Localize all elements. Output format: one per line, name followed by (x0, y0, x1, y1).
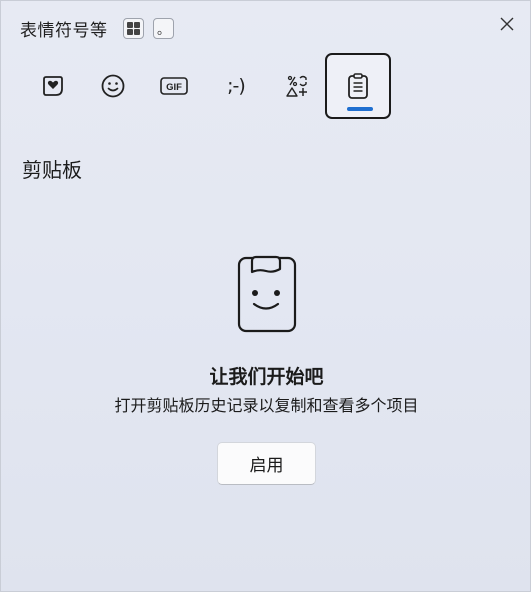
active-tab-indicator (347, 107, 373, 111)
period-key-label: 。 (156, 22, 170, 38)
enable-clipboard-history-button[interactable]: 启用 (217, 442, 316, 485)
windows-key-badge (123, 18, 144, 39)
smiley-icon (101, 74, 125, 98)
tab-symbols[interactable] (264, 53, 330, 119)
tab-gif[interactable]: GIF (141, 53, 207, 119)
close-button[interactable] (494, 11, 520, 37)
gif-icon: GIF (160, 77, 188, 95)
empty-state-heading: 让我们开始吧 (209, 366, 324, 388)
tab-kaomoji[interactable]: ;-) (203, 53, 269, 119)
section-title: 剪贴板 (22, 158, 82, 182)
close-icon (500, 17, 514, 31)
heart-sticker-icon (43, 76, 63, 96)
empty-state-description: 打开剪贴板历史记录以复制和查看多个项目 (114, 396, 419, 415)
tab-emoji[interactable] (20, 53, 86, 119)
clipboard-icon (348, 73, 368, 99)
gif-label: GIF (166, 82, 182, 93)
kaomoji-icon: ;-) (227, 75, 246, 97)
tab-clipboard[interactable] (325, 53, 391, 119)
tab-smiley[interactable] (80, 53, 146, 119)
symbols-icon (286, 75, 307, 97)
clipboard-smiley-illustration (237, 255, 297, 333)
emoji-panel: 表情符号等 。 GIF ;-) 剪贴板 让我们开始吧 打开剪贴板历史记录以复制和… (0, 0, 531, 592)
panel-title: 表情符号等 (20, 21, 108, 41)
period-key-badge: 。 (153, 18, 174, 39)
windows-logo-icon (127, 22, 140, 35)
